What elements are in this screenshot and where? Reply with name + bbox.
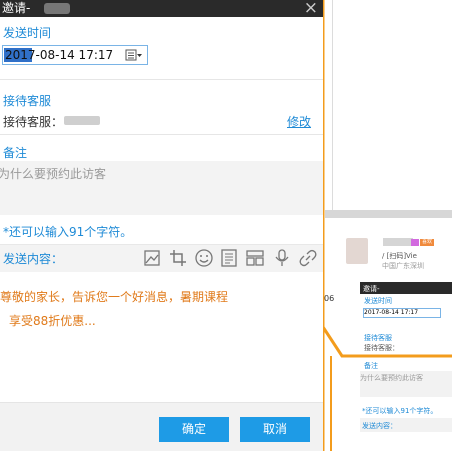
staff-name-blur — [64, 116, 100, 125]
cancel-button[interactable]: 取消 — [240, 417, 310, 442]
divider — [0, 134, 323, 135]
close-icon[interactable]: × — [304, 0, 318, 18]
template-icon[interactable] — [219, 248, 239, 268]
datetime-picker[interactable]: 2017-08-14 17:17 — [2, 45, 148, 65]
image-icon[interactable] — [142, 248, 162, 268]
reception-label: 接待客服 — [3, 94, 52, 108]
title-name-blur — [44, 3, 70, 14]
note-textarea[interactable]: 为什么要预约此访客 — [0, 161, 323, 215]
dialog-footer: 确定 取消 — [0, 402, 323, 451]
staff-prefix: 接待客服： — [3, 115, 64, 129]
crop-icon[interactable] — [168, 248, 188, 268]
send-time-label: 发送时间 — [3, 26, 52, 40]
invite-dialog: 邀请- × 发送时间 2017-08-14 17:17 接待客服 接待客服： 修… — [0, 0, 323, 451]
modify-link[interactable]: 修改 — [287, 113, 311, 130]
dialog-title: 邀请- — [2, 1, 31, 15]
layout-icon[interactable] — [245, 248, 265, 268]
dialog-titlebar: 邀请- × — [0, 0, 323, 18]
content-toolbar: 发送内容： — [0, 244, 323, 272]
emoji-icon[interactable] — [194, 248, 214, 268]
message-content[interactable]: 尊敬的家长，告诉您一个好消息，暑期课程 享受88折优惠... — [0, 285, 323, 333]
microphone-icon[interactable] — [272, 248, 292, 268]
send-content-label: 发送内容： — [3, 252, 64, 266]
note-label: 备注 — [3, 146, 28, 160]
datetime-value: 2017-08-14 17:17 — [5, 48, 114, 62]
message-line: 享受88折优惠... — [9, 314, 96, 328]
link-icon[interactable] — [298, 248, 318, 268]
message-line: 尊敬的家长，告诉您一个好消息，暑期课程 — [0, 290, 229, 304]
divider — [0, 79, 323, 80]
confirm-button[interactable]: 确定 — [159, 417, 229, 442]
calendar-dropdown-icon[interactable] — [125, 49, 143, 62]
note-placeholder: 为什么要预约此访客 — [0, 167, 107, 181]
char-count-hint: *还可以输入91个字符。 — [3, 225, 133, 239]
